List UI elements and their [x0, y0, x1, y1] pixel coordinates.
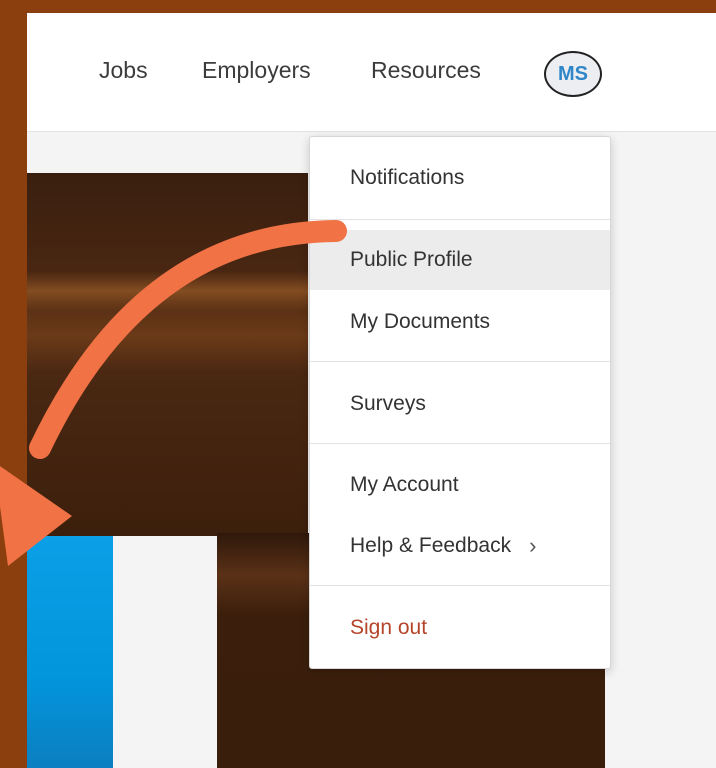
- menu-item-my-documents[interactable]: My Documents: [310, 292, 610, 352]
- chevron-right-icon: ›: [529, 533, 537, 558]
- menu-item-my-account[interactable]: My Account: [310, 455, 610, 515]
- nav-link-employers[interactable]: Employers: [202, 57, 311, 84]
- menu-item-notifications[interactable]: Notifications: [310, 148, 610, 208]
- menu-item-sign-out[interactable]: Sign out: [310, 598, 610, 658]
- menu-item-label: My Documents: [350, 310, 491, 333]
- avatar-button[interactable]: MS: [544, 51, 602, 97]
- menu-item-label: Surveys: [350, 392, 426, 415]
- account-dropdown-menu: Notifications Public Profile My Document…: [309, 136, 611, 669]
- top-navigation: Jobs Employers Resources MS: [27, 13, 716, 132]
- blue-tile: [27, 536, 113, 768]
- menu-divider: [310, 219, 610, 220]
- frame-top: [0, 0, 716, 13]
- light-tile: [113, 536, 217, 768]
- hero-image: [27, 173, 308, 536]
- frame-left: [0, 0, 27, 768]
- nav-link-resources[interactable]: Resources: [371, 57, 481, 84]
- hero-image-highlight: [27, 271, 308, 311]
- menu-item-surveys[interactable]: Surveys: [310, 374, 610, 434]
- menu-item-label: Help & Feedback: [350, 534, 512, 557]
- menu-divider: [310, 361, 610, 362]
- nav-link-jobs[interactable]: Jobs: [99, 57, 148, 84]
- menu-item-help-feedback[interactable]: Help & Feedback ›: [310, 516, 610, 576]
- menu-divider: [310, 443, 610, 444]
- menu-item-label: My Account: [350, 473, 459, 496]
- menu-item-public-profile[interactable]: Public Profile: [310, 230, 610, 290]
- menu-divider: [310, 585, 610, 586]
- menu-item-label: Sign out: [350, 616, 428, 639]
- menu-item-label: Public Profile: [350, 248, 473, 271]
- menu-item-label: Notifications: [350, 166, 465, 189]
